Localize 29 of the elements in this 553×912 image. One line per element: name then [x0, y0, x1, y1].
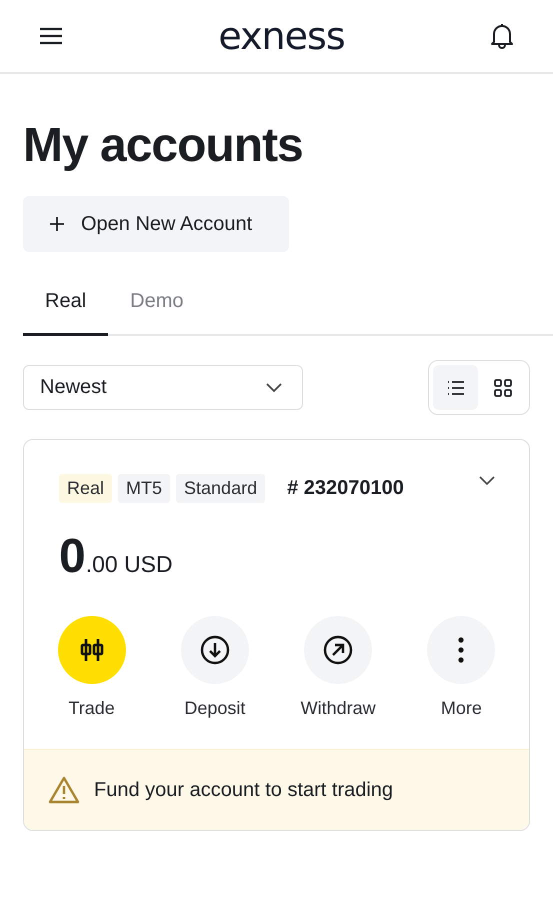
balance-currency: .00 USD — [86, 551, 173, 578]
warning-icon — [48, 776, 80, 804]
bell-icon[interactable] — [490, 23, 514, 49]
action-label: Trade — [68, 698, 115, 719]
action-label: Withdraw — [300, 698, 376, 719]
arrow-up-right-circle-icon — [323, 635, 354, 665]
more-icon — [458, 637, 464, 663]
balance-amount: 0 — [59, 529, 86, 584]
list-view-button[interactable] — [433, 365, 478, 410]
menu-icon[interactable] — [39, 26, 63, 46]
arrow-down-circle-icon — [200, 635, 230, 665]
account-number: # 232070100 — [287, 477, 404, 500]
tab[interactable]: Real — [23, 290, 108, 336]
action-label: Deposit — [184, 698, 246, 719]
tab[interactable]: Demo — [108, 290, 206, 336]
chevron-down-icon — [266, 382, 282, 392]
account-tag: Standard — [176, 474, 266, 503]
grid-icon — [494, 378, 512, 396]
account-tag: Real — [59, 474, 112, 503]
page-title: My accounts — [23, 118, 304, 174]
logo[interactable]: exness — [218, 14, 345, 58]
plus-icon — [49, 216, 65, 232]
chevron-down-icon[interactable] — [479, 476, 495, 486]
notice-text: Fund your account to start trading — [94, 778, 394, 802]
action-label: More — [440, 698, 482, 719]
account-tag: MT5 — [118, 474, 170, 503]
list-icon — [446, 380, 464, 396]
open-account-button[interactable]: Open New Account — [23, 196, 289, 252]
sort-dropdown[interactable]: Newest — [23, 365, 303, 410]
